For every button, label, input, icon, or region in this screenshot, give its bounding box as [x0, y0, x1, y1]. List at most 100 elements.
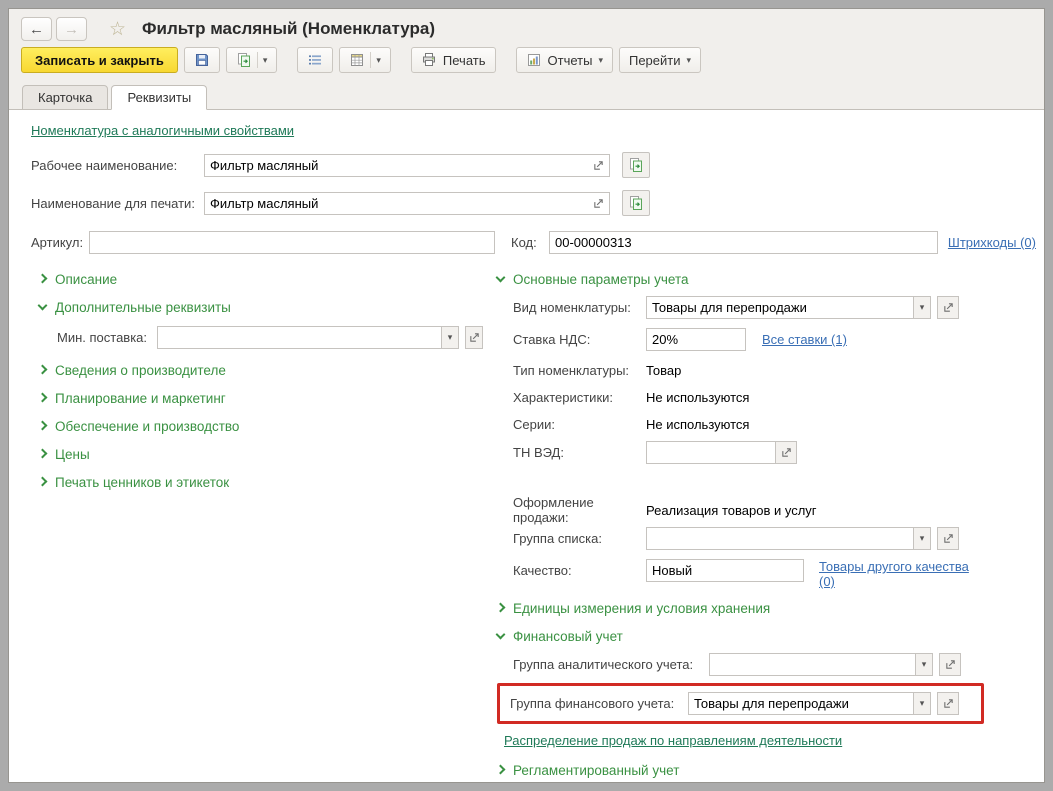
series-row: Серии: Не используются [497, 414, 1044, 434]
section-label: Обеспечение и производство [55, 418, 240, 434]
chevron-right-icon [495, 764, 506, 775]
print-name-label: Наименование для печати: [31, 195, 195, 211]
dropdown-button[interactable]: ▾ [914, 527, 931, 550]
working-name-label: Рабочее наименование: [31, 157, 178, 173]
min-supply-row: Мин. поставка: ▾ [57, 326, 483, 349]
financial-group-input[interactable]: Товары для перепродажи [688, 692, 914, 715]
code-label: Код: [511, 235, 537, 250]
chevron-right-icon [37, 448, 48, 459]
print-button[interactable]: Печать [410, 47, 496, 73]
list-group-open-button[interactable] [937, 527, 959, 550]
financial-group-label: Группа финансового учета: [510, 696, 675, 711]
quality-value: Новый [652, 563, 693, 578]
section-label: Планирование и маркетинг [55, 390, 226, 406]
barcodes-link[interactable]: Штрихкоды (0) [948, 235, 1036, 250]
section-planning-marketing[interactable]: Планирование и маркетинг [31, 389, 483, 407]
open-icon[interactable] [593, 160, 604, 171]
section-main-accounting[interactable]: Основные параметры учета [495, 270, 1044, 288]
copy-pages-icon [628, 157, 644, 173]
save-and-close-button[interactable]: Записать и закрыть [21, 47, 178, 73]
reports-button[interactable]: Отчеты ▾ [515, 47, 613, 73]
article-input[interactable] [89, 231, 495, 254]
copy-pages-icon [236, 52, 252, 68]
chevron-down-icon [37, 300, 48, 311]
characteristics-label: Характеристики: [513, 389, 614, 405]
other-quality-link[interactable]: Товары другого качества (0) [819, 559, 981, 589]
kind-open-button[interactable] [937, 296, 959, 319]
working-name-input[interactable]: Фильтр масляный [204, 153, 610, 177]
section-additional-details[interactable]: Дополнительные реквизиты [31, 298, 483, 316]
section-prices[interactable]: Цены [31, 445, 483, 463]
floppy-icon [194, 52, 210, 68]
goto-button[interactable]: Перейти ▾ [618, 47, 702, 73]
section-label: Дополнительные реквизиты [55, 299, 231, 315]
save-button[interactable] [183, 47, 220, 73]
section-supply-production[interactable]: Обеспечение и производство [31, 417, 483, 435]
chevron-down-icon: ▾ [919, 698, 925, 708]
code-value: 00-00000313 [555, 235, 632, 250]
quality-input[interactable]: Новый [646, 559, 804, 582]
create-based-on-button[interactable]: ▾ [225, 47, 278, 73]
analytical-group-input[interactable] [709, 653, 916, 676]
fill-names-button[interactable] [622, 152, 650, 178]
reports-label: Отчеты [547, 52, 593, 68]
list-group-combo[interactable]: ▾ [646, 527, 931, 550]
financial-group-row: Группа финансового учета: Товары для пер… [510, 692, 971, 715]
right-column: Основные параметры учета Вид номенклатур… [495, 270, 1044, 782]
print-label: Печать [442, 52, 486, 68]
chevron-down-icon: ▾ [370, 52, 381, 68]
financial-group-combo[interactable]: Товары для перепродажи ▾ [688, 692, 931, 715]
tab-card[interactable]: Карточка [22, 85, 109, 110]
kind-label: Вид номенклатуры: [513, 300, 631, 315]
type-row: Тип номенклатуры: Товар [497, 360, 1044, 380]
dropdown-button[interactable]: ▾ [916, 653, 933, 676]
print-name-value: Фильтр масляный [210, 195, 319, 211]
min-supply-combo[interactable]: ▾ [157, 326, 459, 349]
highlight-box: Группа финансового учета: Товары для пер… [497, 683, 984, 724]
forward-button[interactable]: → [56, 17, 87, 41]
code-input[interactable]: 00-00000313 [549, 231, 938, 254]
min-supply-label: Мин. поставка: [57, 330, 148, 345]
section-label: Основные параметры учета [513, 271, 689, 287]
open-icon [469, 332, 480, 343]
vat-input[interactable]: 20% [646, 328, 746, 351]
section-financial-accounting[interactable]: Финансовый учет [495, 627, 1044, 645]
section-units-storage[interactable]: Единицы измерения и условия хранения [495, 599, 1044, 617]
toolbar: Записать и закрыть ▾ ▾ Печать Отчеты ▾ Пе… [9, 45, 1044, 81]
financial-group-open-button[interactable] [937, 692, 959, 715]
kind-combo[interactable]: Товары для перепродажи ▾ [646, 296, 931, 319]
copy-name-button[interactable] [622, 190, 650, 216]
section-price-tags[interactable]: Печать ценников и этикеток [31, 473, 483, 491]
section-manufacturer[interactable]: Сведения о производителе [31, 361, 483, 379]
similar-items-link[interactable]: Номенклатура с аналогичными свойствами [31, 123, 294, 138]
tnved-open-button[interactable] [775, 441, 797, 464]
chevron-down-icon: ▾ [919, 302, 925, 312]
type-value: Товар [646, 362, 682, 378]
tab-details[interactable]: Реквизиты [111, 85, 208, 110]
list-view-button[interactable] [297, 47, 334, 73]
open-icon[interactable] [593, 198, 604, 209]
tnved-input[interactable] [646, 441, 776, 464]
section-description[interactable]: Описание [31, 270, 483, 288]
table-actions-button[interactable]: ▾ [339, 47, 391, 73]
section-label: Финансовый учет [513, 628, 623, 644]
chevron-right-icon [37, 273, 48, 284]
chevron-right-icon [495, 602, 506, 613]
dropdown-button[interactable]: ▾ [914, 692, 931, 715]
min-supply-input[interactable] [157, 326, 442, 349]
sales-distribution-link[interactable]: Распределение продаж по направлениям дея… [504, 733, 842, 748]
back-button[interactable]: ← [21, 17, 52, 41]
dropdown-button[interactable]: ▾ [914, 296, 931, 319]
kind-input[interactable]: Товары для перепродажи [646, 296, 914, 319]
type-label: Тип номенклатуры: [513, 362, 630, 378]
all-rates-link[interactable]: Все ставки (1) [762, 332, 847, 347]
analytical-group-combo[interactable]: ▾ [709, 653, 933, 676]
dropdown-button[interactable]: ▾ [442, 326, 459, 349]
section-label: Сведения о производителе [55, 362, 226, 378]
print-name-input[interactable]: Фильтр масляный [204, 191, 610, 215]
favorite-star-icon[interactable]: ☆ [109, 20, 126, 39]
min-supply-open-button[interactable] [465, 326, 483, 349]
section-regulated-accounting[interactable]: Регламентированный учет [495, 761, 1044, 779]
list-group-input[interactable] [646, 527, 914, 550]
analytical-group-open-button[interactable] [939, 653, 961, 676]
